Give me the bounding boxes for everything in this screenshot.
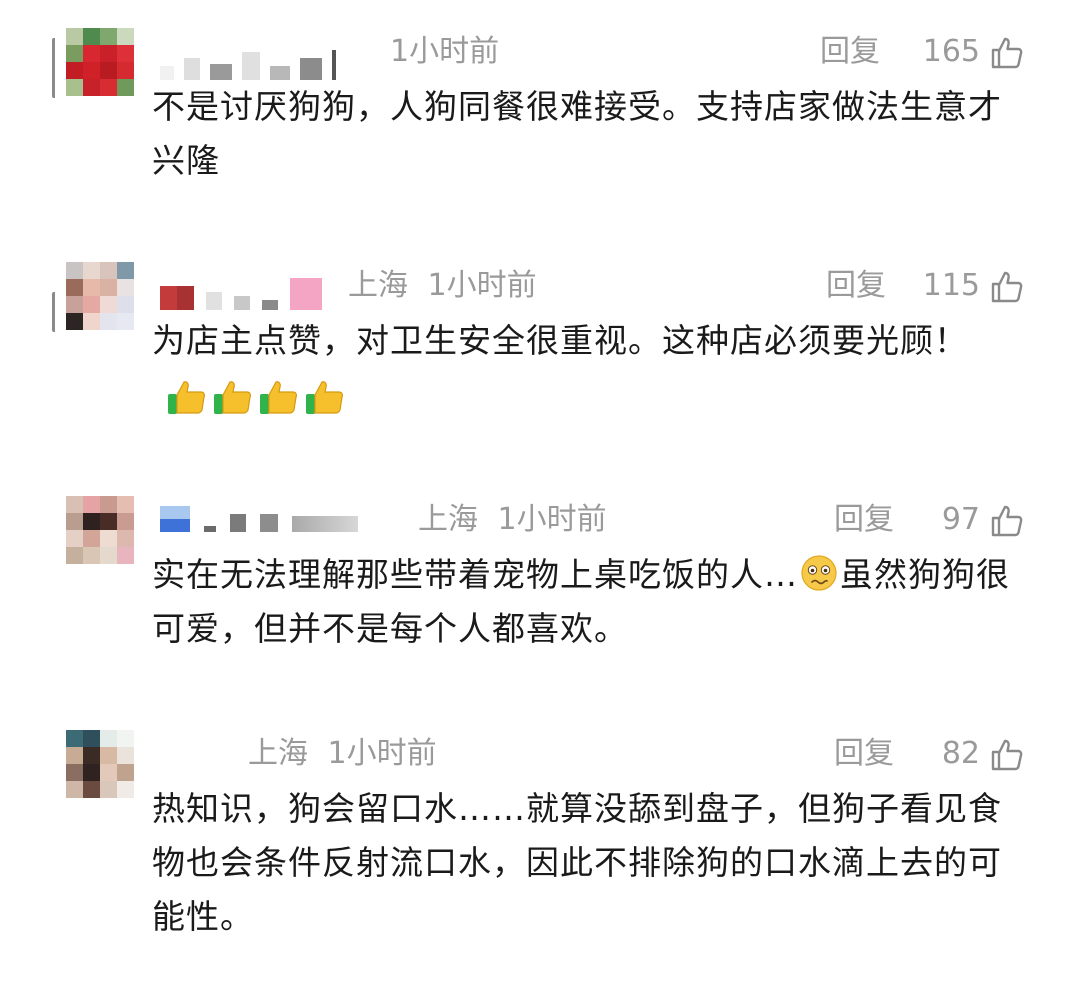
comment-text-before: 实在无法理解那些带着宠物上桌吃饭的人… bbox=[152, 555, 798, 594]
comment-location: 上海 bbox=[348, 268, 408, 303]
woozy-face-icon bbox=[801, 555, 837, 591]
avatar[interactable] bbox=[66, 28, 134, 112]
comment-text: 热知识，狗会留口水……就算没舔到盘子，但狗子看见食物也会条件反射流口水，因此不排… bbox=[152, 789, 1002, 936]
comment-meta: 1小时前 bbox=[390, 32, 499, 72]
like-count: 82 bbox=[941, 736, 980, 771]
avatar[interactable] bbox=[66, 496, 134, 580]
comment-time: 1小时前 bbox=[327, 736, 437, 771]
username-mosaic[interactable] bbox=[160, 278, 322, 310]
like-count: 115 bbox=[922, 268, 980, 303]
comment-location: 上海 bbox=[248, 736, 308, 771]
like-count: 165 bbox=[922, 34, 980, 69]
comment-time: 1小时前 bbox=[390, 34, 500, 69]
thumbs-up-icon bbox=[260, 380, 297, 414]
comment-meta: 上海 1小时前 bbox=[348, 266, 537, 306]
avatar[interactable] bbox=[66, 730, 134, 814]
avatar-edge bbox=[52, 292, 61, 332]
reply-button[interactable]: 回复 bbox=[834, 734, 894, 774]
thumbs-up-icon[interactable] bbox=[990, 36, 1024, 70]
comment-meta: 上海 1小时前 bbox=[418, 500, 607, 540]
thumbs-up-icon[interactable] bbox=[990, 504, 1024, 538]
avatar[interactable] bbox=[66, 262, 134, 346]
thumbs-up-icon[interactable] bbox=[990, 270, 1024, 304]
thumbs-up-icon bbox=[168, 380, 205, 414]
emoji-group bbox=[166, 376, 346, 418]
thumbs-up-icon bbox=[214, 380, 251, 414]
like-count: 97 bbox=[941, 502, 980, 537]
comment-text-body: 为店主点赞，对卫生安全很重视。这种店必须要光顾！ bbox=[152, 321, 968, 360]
reply-button[interactable]: 回复 bbox=[820, 32, 880, 72]
comment-time: 1小时前 bbox=[497, 502, 607, 537]
comment-meta: 上海 1小时前 bbox=[248, 734, 437, 774]
thumbs-up-icon[interactable] bbox=[990, 738, 1024, 772]
comment-text: 为店主点赞，对卫生安全很重视。这种店必须要光顾！ bbox=[152, 314, 1032, 422]
avatar-edge bbox=[52, 38, 61, 98]
comment-location: 上海 bbox=[418, 502, 478, 537]
reply-button[interactable]: 回复 bbox=[826, 266, 886, 306]
thumbs-up-icon bbox=[306, 380, 343, 414]
username-mosaic[interactable] bbox=[160, 48, 336, 80]
comment-text: 不是讨厌狗狗，人狗同餐很难接受。支持店家做法生意才兴隆 bbox=[152, 87, 1002, 180]
comment-text: 实在无法理解那些带着宠物上桌吃饭的人… 虽然狗狗很可爱，但并不是每个人都喜欢。 bbox=[152, 548, 1032, 656]
username-mosaic[interactable] bbox=[160, 500, 358, 532]
comment-time: 1小时前 bbox=[427, 268, 537, 303]
reply-button[interactable]: 回复 bbox=[834, 500, 894, 540]
